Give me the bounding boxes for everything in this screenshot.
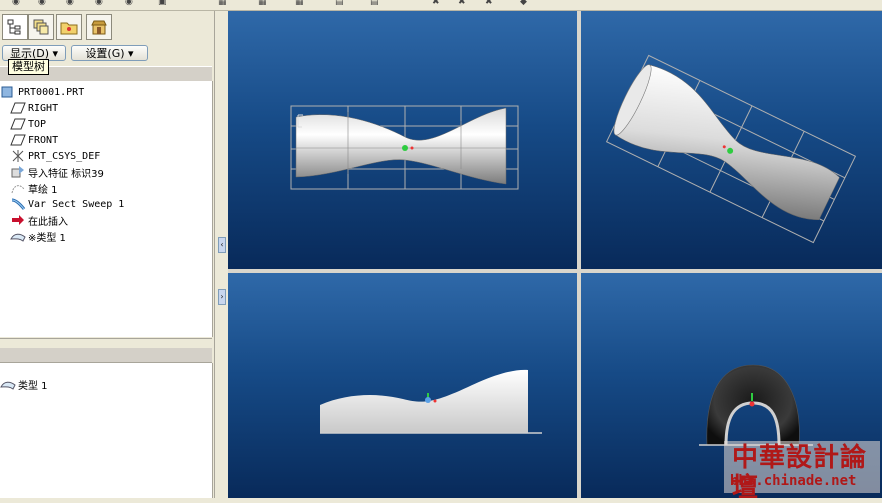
- tree-item-csys[interactable]: PRT_CSYS_DEF: [10, 148, 100, 164]
- tool-icon[interactable]: ◆: [520, 0, 527, 7]
- view-icon[interactable]: ◉: [38, 0, 46, 7]
- navigator-tabs: [0, 11, 214, 41]
- datum-plane-icon: [10, 133, 26, 147]
- navigator-sash[interactable]: ‹ ›: [214, 11, 229, 498]
- tree-item-label: PRT_CSYS_DEF: [28, 150, 101, 162]
- viewport-divider-vertical: [577, 11, 581, 498]
- layers-icon: [33, 19, 49, 35]
- tree-item-label: Var Sect Sweep 1: [28, 198, 125, 210]
- tree-item-label: RIGHT: [28, 102, 59, 114]
- tree-item-type[interactable]: ※类型 1: [10, 228, 66, 244]
- sweep-icon: [10, 197, 26, 211]
- lower-panel: 类型 1: [0, 363, 213, 498]
- surface-icon: [10, 229, 26, 243]
- datum-plane-icon: [10, 101, 26, 115]
- delete-icon[interactable]: ✖: [432, 0, 440, 7]
- navigator-panel: 显示(D) ▾ 设置(G) ▾ 模型树 PRT0001.PRT RIGHT TO…: [0, 11, 214, 498]
- delete-icon[interactable]: ✖: [458, 0, 466, 7]
- window-icon[interactable]: ▣: [158, 0, 167, 7]
- delete-icon[interactable]: ✖: [485, 0, 493, 7]
- collapse-left-icon[interactable]: ‹: [218, 237, 226, 253]
- tab-model-tree[interactable]: [2, 14, 28, 40]
- tree-item-label: TOP: [28, 118, 47, 130]
- view-icon[interactable]: ◉: [12, 0, 20, 7]
- grid-icon[interactable]: ▦: [218, 0, 227, 7]
- tab-favorites[interactable]: [86, 14, 112, 40]
- tree-item-label: FRONT: [28, 134, 59, 146]
- view-icon[interactable]: ◉: [66, 0, 74, 7]
- lower-item[interactable]: 类型 1: [0, 376, 48, 392]
- view-icon[interactable]: ◉: [95, 0, 103, 7]
- tree-item-insert-here[interactable]: 在此插入: [10, 212, 68, 228]
- import-feature-icon: [10, 165, 26, 179]
- tree-item-top[interactable]: TOP: [10, 116, 46, 132]
- model-tree-icon: [7, 19, 21, 35]
- tree-root[interactable]: PRT0001.PRT: [0, 84, 84, 100]
- favorites-icon: [91, 20, 107, 35]
- grid-icon[interactable]: ▦: [295, 0, 304, 7]
- model-tree: PRT0001.PRT RIGHT TOP FRONT PRT_CSYS_DEF…: [0, 81, 213, 337]
- table-icon[interactable]: ▤: [370, 0, 379, 7]
- table-icon[interactable]: ▤: [335, 0, 344, 7]
- tree-item-sweep[interactable]: Var Sect Sweep 1: [10, 196, 124, 212]
- folder-icon: [60, 22, 78, 35]
- viewport-isometric[interactable]: [581, 11, 882, 269]
- tab-folder-browser[interactable]: [56, 14, 82, 40]
- viewport-divider-horizontal: [228, 269, 882, 273]
- model-tree-tooltip: 模型树: [8, 59, 49, 75]
- viewport-side[interactable]: [228, 273, 577, 498]
- surface-icon: [0, 377, 16, 391]
- tree-item-label: 导入特征 标识39: [28, 168, 104, 180]
- tree-item-label: 草绘 1: [28, 184, 58, 196]
- tree-item-sketch[interactable]: 草绘 1: [10, 180, 58, 196]
- insert-here-arrow-icon: [10, 213, 26, 227]
- tree-root-label: PRT0001.PRT: [18, 86, 85, 98]
- coordinate-system-icon: [10, 149, 26, 163]
- datum-plane-icon: [10, 117, 26, 131]
- sketch-icon: [10, 181, 26, 195]
- tree-item-label: 在此插入: [28, 216, 68, 228]
- watermark: 中華設計論壇 bbs.chinade.net: [724, 441, 880, 503]
- grid-icon[interactable]: ▦: [258, 0, 267, 7]
- lower-item-label: 类型 1: [18, 380, 48, 392]
- watermark-url: bbs.chinade.net: [730, 473, 857, 489]
- expand-right-icon[interactable]: ›: [218, 289, 226, 305]
- model-front-view: [290, 105, 519, 190]
- tree-item-right[interactable]: RIGHT: [10, 100, 58, 116]
- lower-panel-header: [0, 348, 212, 363]
- tab-layers[interactable]: [28, 14, 54, 40]
- tree-item-label: ※类型 1: [28, 232, 66, 244]
- model-side-view: [320, 369, 542, 434]
- tree-item-front[interactable]: FRONT: [10, 132, 58, 148]
- part-icon: [0, 85, 16, 99]
- settings-menu-button[interactable]: 设置(G) ▾: [71, 45, 148, 61]
- tree-item-import[interactable]: 导入特征 标识39: [10, 164, 104, 180]
- viewport-front[interactable]: [228, 11, 577, 269]
- view-icon[interactable]: ◉: [125, 0, 133, 7]
- top-toolbar: ◉ ◉ ◉ ◉ ◉ ▣ ▦ ▦ ▦ ▤ ▤ ✖ ✖ ✖ ◆: [0, 0, 882, 11]
- model-isometric-view: [605, 54, 857, 244]
